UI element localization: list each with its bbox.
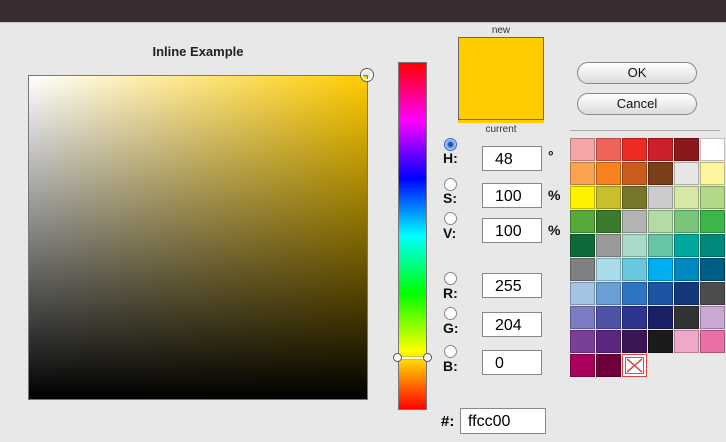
hex-input[interactable]: ffcc00: [460, 408, 546, 434]
palette-swatch[interactable]: [570, 162, 595, 185]
palette-swatch[interactable]: [674, 138, 699, 161]
palette-swatch[interactable]: [570, 306, 595, 329]
palette-swatch[interactable]: [700, 282, 725, 305]
swatch-palette: [570, 138, 726, 377]
value-input[interactable]: 100: [482, 218, 542, 243]
palette-swatch[interactable]: [700, 306, 725, 329]
palette-swatch[interactable]: [622, 162, 647, 185]
saturation-label: S:: [443, 190, 457, 206]
current-color-swatch[interactable]: [458, 120, 544, 123]
hue-label: H:: [443, 150, 458, 166]
palette-swatch[interactable]: [700, 258, 725, 281]
palette-swatch[interactable]: [596, 162, 621, 185]
palette-swatch[interactable]: [700, 162, 725, 185]
blue-label: B:: [443, 358, 458, 374]
red-input[interactable]: 255: [482, 273, 542, 298]
palette-swatch[interactable]: [700, 234, 725, 257]
palette-swatch[interactable]: [674, 306, 699, 329]
ok-button[interactable]: OK: [577, 62, 697, 84]
no-color-swatch[interactable]: [622, 354, 647, 377]
new-color-swatch: [458, 37, 544, 120]
blue-input[interactable]: 0: [482, 350, 542, 375]
palette-swatch[interactable]: [570, 186, 595, 209]
palette-swatch[interactable]: [570, 234, 595, 257]
palette-swatch[interactable]: [674, 282, 699, 305]
hue-slider-handle[interactable]: [393, 353, 432, 363]
blue-radio[interactable]: [444, 345, 457, 358]
palette-swatch[interactable]: [648, 234, 673, 257]
palette-swatch[interactable]: [596, 306, 621, 329]
current-color-label: current: [485, 124, 517, 135]
palette-swatch[interactable]: [674, 234, 699, 257]
palette-swatch[interactable]: [648, 330, 673, 353]
palette-swatch[interactable]: [674, 330, 699, 353]
palette-swatch[interactable]: [648, 258, 673, 281]
palette-swatch[interactable]: [622, 330, 647, 353]
palette-swatch[interactable]: [570, 354, 595, 377]
hex-label: #:: [441, 413, 455, 430]
palette-swatch[interactable]: [570, 330, 595, 353]
palette-swatch[interactable]: [596, 186, 621, 209]
saturation-input[interactable]: 100: [482, 183, 542, 208]
palette-swatch[interactable]: [622, 282, 647, 305]
hue-input[interactable]: 48: [482, 146, 542, 171]
palette-swatch[interactable]: [570, 282, 595, 305]
value-unit: %: [548, 222, 561, 238]
palette-swatch[interactable]: [622, 186, 647, 209]
palette-divider: [570, 130, 720, 131]
red-label: R:: [443, 285, 458, 301]
new-color-label: new: [491, 25, 511, 36]
palette-swatch[interactable]: [596, 330, 621, 353]
palette-swatch[interactable]: [648, 162, 673, 185]
value-label: V:: [443, 225, 457, 241]
palette-swatch[interactable]: [570, 258, 595, 281]
green-label: G:: [443, 320, 459, 336]
value-radio[interactable]: [444, 212, 457, 225]
palette-swatch[interactable]: [648, 186, 673, 209]
palette-swatch[interactable]: [622, 258, 647, 281]
palette-swatch[interactable]: [596, 282, 621, 305]
palette-swatch[interactable]: [700, 210, 725, 233]
palette-swatch[interactable]: [622, 234, 647, 257]
palette-swatch[interactable]: [674, 186, 699, 209]
palette-swatch[interactable]: [570, 210, 595, 233]
palette-swatch[interactable]: [570, 138, 595, 161]
palette-swatch[interactable]: [622, 210, 647, 233]
palette-swatch[interactable]: [648, 282, 673, 305]
green-input[interactable]: 204: [482, 312, 542, 337]
palette-swatch[interactable]: [648, 210, 673, 233]
cancel-button[interactable]: Cancel: [577, 93, 697, 115]
saturation-unit: %: [548, 187, 561, 203]
palette-swatch[interactable]: [596, 234, 621, 257]
palette-swatch[interactable]: [700, 330, 725, 353]
palette-swatch[interactable]: [622, 306, 647, 329]
palette-swatch[interactable]: [596, 210, 621, 233]
palette-swatch[interactable]: [596, 138, 621, 161]
green-radio[interactable]: [444, 307, 457, 320]
red-radio[interactable]: [444, 272, 457, 285]
palette-swatch[interactable]: [596, 354, 621, 377]
window-title: Inline Example: [152, 44, 244, 59]
palette-swatch[interactable]: [596, 258, 621, 281]
palette-swatch[interactable]: [700, 138, 725, 161]
palette-swatch[interactable]: [674, 210, 699, 233]
degree-unit: °: [548, 148, 554, 164]
palette-swatch[interactable]: [648, 138, 673, 161]
saturation-value-field[interactable]: [28, 75, 368, 400]
saturation-value-handle[interactable]: [361, 69, 373, 81]
palette-swatch[interactable]: [700, 186, 725, 209]
palette-swatch[interactable]: [622, 138, 647, 161]
palette-swatch[interactable]: [674, 258, 699, 281]
palette-swatch[interactable]: [648, 306, 673, 329]
palette-swatch[interactable]: [674, 162, 699, 185]
